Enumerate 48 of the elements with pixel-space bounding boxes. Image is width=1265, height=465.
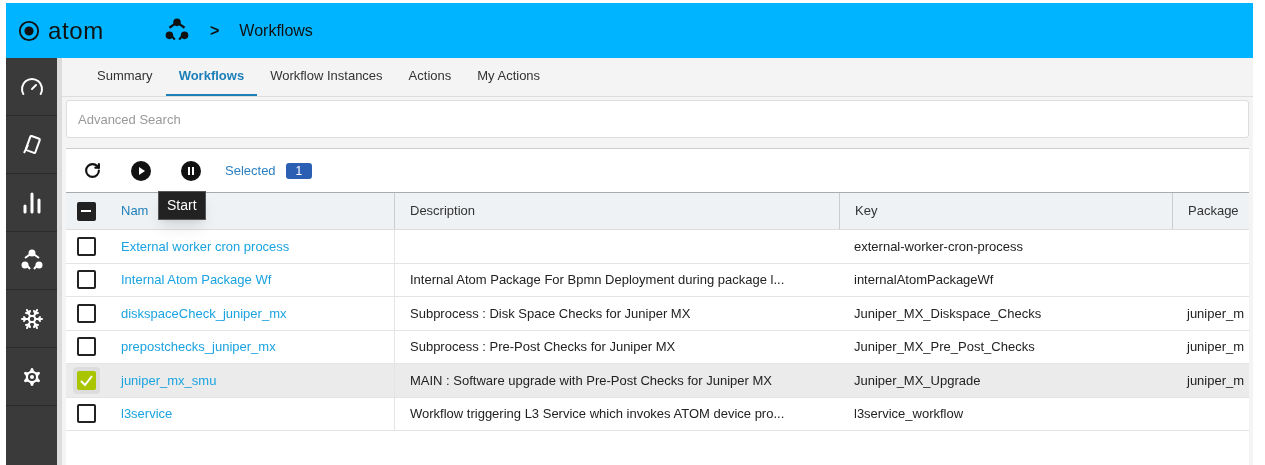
table-cell-text: Internal Atom Package For Bpmn Deployment during package l... [410,271,785,289]
table-cell-text: internalAtomPackageWf [854,271,994,289]
checkbox[interactable] [76,337,96,357]
table-row[interactable]: l3service Workflow triggering L3 Service which invokes ATOM device pro... l3service_workflow [66,397,1249,431]
table-cell-text: MAIN : Software upgrade with Pre-Post Checks for Juniper MX [410,371,772,390]
checkbox[interactable] [76,404,96,424]
column-header[interactable]: Key [855,201,878,221]
table-cell-text: juniper_m [1187,371,1245,390]
table-cell-text: Juniper_MX_Upgrade [854,371,981,390]
pause-icon[interactable] [181,160,201,181]
tab[interactable]: Workflow Instances [257,57,396,96]
tab[interactable]: My Actions [464,57,554,96]
logo-icon [18,19,40,42]
tooltip: Start [158,191,206,220]
selected-count-badge: 1 [285,162,313,179]
selected-label: Selected [225,161,276,180]
table-cell-text: Juniper_MX_Diskspace_Checks [854,304,1042,323]
tab[interactable]: Workflows [165,57,258,96]
table-row[interactable]: External worker cron process external-worker-cron-process [66,230,1249,264]
table-cell-text: Subprocess : Pre-Post Checks for Juniper MX [410,338,676,356]
tab[interactable]: Summary [84,57,166,96]
tab[interactable]: Actions [395,57,465,96]
breadcrumb-separator: > [209,20,221,41]
checkbox[interactable] [76,236,96,256]
table-cell-text: external-worker-cron-process [854,237,1024,256]
breadcrumb-item[interactable]: Workflows [239,18,313,43]
column-header[interactable]: Nam [121,201,149,221]
table-cell-text: juniper_m [1187,338,1245,356]
table-row[interactable]: prepostchecks_juniper_mx Subprocess : Pre-Post Checks for Juniper MX Juniper_MX_Pre_Post_Checks juniper_m [66,330,1249,364]
table-row[interactable]: juniper_mx_smu MAIN : Software upgrade with Pre-Post Checks for Juniper MX Juniper_MX_Upgrade juniper_m [66,364,1249,398]
refresh-icon[interactable] [84,162,101,179]
search-field[interactable]: Advanced Search [66,100,1249,138]
checkbox[interactable] [76,370,96,390]
column-header[interactable]: Description [410,201,476,221]
snowflake-icon[interactable] [19,306,44,331]
select-all-checkbox[interactable] [76,201,96,221]
logo-text: atom [48,15,104,46]
table-cell-text: l3service_workflow [854,405,964,423]
play-icon[interactable] [131,160,151,181]
column-header[interactable]: Package [1188,201,1239,221]
checkbox[interactable] [76,270,96,290]
table-row[interactable]: Internal Atom Package Wf Internal Atom Package For Bpmn Deployment during package l... internalAtomPackageWf [66,263,1249,297]
table-cell-text: Workflow triggering L3 Service which invokes ATOM device pro... [410,405,785,423]
table-cell-text: Juniper_MX_Pre_Post_Checks [854,338,1035,356]
table-cell-text: Subprocess : Disk Space Checks for Juniper MX [410,304,691,323]
table-cell-text: juniper_m [1187,304,1245,323]
table-row[interactable]: diskspaceCheck_juniper_mx Subprocess : Disk Space Checks for Juniper MX Juniper_MX_Diskspace_Checks juniper_m [66,297,1249,331]
checkbox[interactable] [76,303,96,323]
